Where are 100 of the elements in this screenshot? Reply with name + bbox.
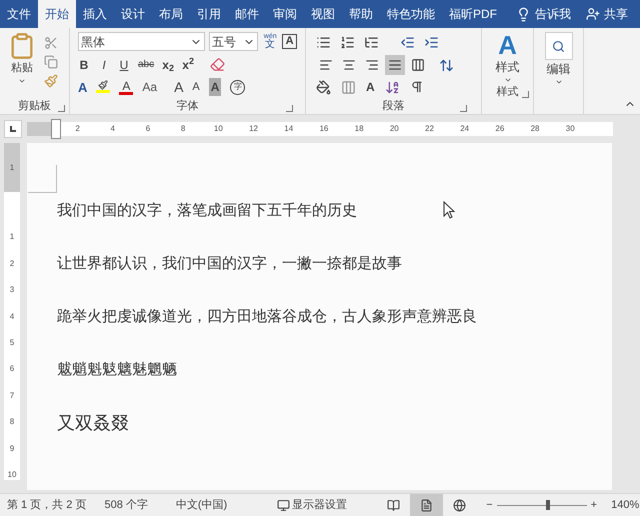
page-count[interactable]: 第 1 页，共 2 页 <box>7 496 86 514</box>
format-button[interactable]: x$_{2}$ <box>162 58 174 71</box>
zoom-in-button[interactable]: + <box>590 496 598 514</box>
dialog-launcher-icon[interactable] <box>460 105 467 112</box>
ruler-number: 2 <box>10 258 14 269</box>
group-label: 剪贴板 <box>18 98 51 114</box>
search-icon <box>552 40 565 52</box>
styles-icon: A <box>498 32 517 58</box>
document-paragraph: 跪举火把虔诚像道光，四方田地落谷成仓，古人象形声意辨恶良 <box>57 307 477 326</box>
shrink-font-button[interactable]: A <box>192 79 200 96</box>
ruler-number: 20 <box>388 122 400 134</box>
asian-layout-button[interactable]: A <box>366 78 375 96</box>
ribbon-tab[interactable]: 引用 <box>190 0 228 28</box>
person-add-icon <box>586 7 600 21</box>
ruler-number: 2 <box>74 122 81 134</box>
enclose-character-button[interactable]: 字 <box>230 80 246 95</box>
dialog-launcher-icon[interactable] <box>58 105 65 112</box>
ruler-number: 8 <box>180 122 186 134</box>
ruler-number: 7 <box>10 390 14 401</box>
styles-button[interactable]: A 样式 <box>496 32 520 84</box>
format-button[interactable]: B <box>78 58 90 71</box>
tab-selector[interactable] <box>4 120 22 138</box>
cut-icon[interactable] <box>44 36 58 50</box>
copy-icon[interactable] <box>44 55 58 69</box>
group-label: 字体 <box>176 98 198 114</box>
document-paragraph: 让世界都认识，我们中国的汉字，一撇一捺都是故事 <box>57 254 402 273</box>
alignment-icon <box>342 58 356 72</box>
ribbon-tab[interactable]: 福昕PDF <box>442 0 504 28</box>
character-shading-button[interactable]: A <box>208 78 222 96</box>
ribbon-tab[interactable]: 邮件 <box>228 0 266 28</box>
font-name-field[interactable]: 黑体 <box>78 32 205 51</box>
view-icon <box>420 498 434 512</box>
ribbon-tab[interactable]: 设计 <box>114 0 152 28</box>
sort-icon[interactable] <box>384 80 400 94</box>
ribbon-tab[interactable]: 审阅 <box>266 0 304 28</box>
ruler-number: 3 <box>10 285 14 296</box>
increase-indent-icon[interactable] <box>424 34 439 50</box>
zoom-slider[interactable] <box>496 499 587 511</box>
ruler-number: 16 <box>318 122 330 134</box>
clear-formatting-icon[interactable] <box>210 57 226 72</box>
format-button[interactable]: x$^{2}$ <box>182 58 194 71</box>
monitor-icon <box>277 498 290 512</box>
display-settings-button[interactable]: 显示器设置 <box>277 496 348 514</box>
alignment-icon <box>388 58 402 72</box>
ribbon-tab[interactable]: 布局 <box>152 0 190 28</box>
zoom-percentage[interactable]: 140% <box>611 496 640 514</box>
ruler-number: 30 <box>564 122 576 134</box>
change-case-button[interactable]: Aa <box>142 78 158 96</box>
language-indicator[interactable]: 中文(中国) <box>176 496 228 514</box>
indent-marker[interactable] <box>51 118 61 138</box>
ribbon-tab[interactable]: 开始 <box>38 0 76 28</box>
ruler-number: 4 <box>110 122 116 134</box>
numbering-icon[interactable] <box>340 34 355 50</box>
word-count[interactable]: 508 个字 <box>104 496 148 514</box>
ribbon-tab[interactable]: 帮助 <box>342 0 380 28</box>
ribbon-tab[interactable]: 视图 <box>304 0 342 28</box>
ribbon-tab[interactable]: 插入 <box>76 0 114 28</box>
alignment-icon <box>365 58 379 72</box>
margin-corner-mark <box>28 165 57 193</box>
ruler-number: 5 <box>10 338 14 348</box>
ruler-number: 24 <box>459 122 470 134</box>
format-button[interactable]: U <box>118 58 130 71</box>
zoom-out-button[interactable]: − <box>486 496 493 514</box>
format-button[interactable]: I <box>98 58 110 71</box>
multilevel-list-icon[interactable] <box>364 34 379 50</box>
alignment-icon <box>319 58 333 72</box>
format-button[interactable]: abc <box>138 60 154 70</box>
document-paragraph: 又双叒叕 <box>57 413 129 433</box>
line-spacing-icon[interactable] <box>439 58 454 72</box>
show-marks-icon[interactable] <box>410 80 424 94</box>
highlighter-icon[interactable] <box>96 80 110 94</box>
dialog-launcher-icon[interactable] <box>286 105 293 112</box>
group-label: 样式 <box>496 84 518 100</box>
alignment-icon <box>411 58 425 72</box>
tell-me-button[interactable]: 告诉我 <box>535 5 571 23</box>
ruler-number: 1 <box>10 162 14 174</box>
text-effects-button[interactable]: A <box>78 78 88 98</box>
borders-icon[interactable] <box>341 80 356 94</box>
ribbon-tab[interactable]: 特色功能 <box>380 0 442 28</box>
shading-icon[interactable] <box>316 80 331 94</box>
paste-button[interactable]: 粘贴 <box>4 32 40 88</box>
ruler-number: 1 <box>10 232 14 242</box>
character-border-button[interactable]: A <box>282 34 297 49</box>
ribbon-tab[interactable]: 文件 <box>0 0 38 28</box>
ruler-number: 12 <box>248 122 259 134</box>
caret-icon <box>504 76 512 84</box>
grow-font-button[interactable]: A <box>174 76 184 98</box>
font-size-field[interactable]: 五号 <box>208 32 258 51</box>
ruler-number: 18 <box>354 122 365 134</box>
bullets-icon[interactable] <box>316 34 331 50</box>
ruler-number: 4 <box>10 312 14 322</box>
decrease-indent-icon[interactable] <box>400 34 415 50</box>
share-button[interactable]: 共享 <box>586 5 628 23</box>
dialog-launcher-icon[interactable] <box>522 91 529 98</box>
align-button[interactable] <box>385 55 405 75</box>
document-paragraph: 我们中国的汉字，落笔成画留下五千年的历史 <box>57 201 357 220</box>
view-icon <box>453 498 466 512</box>
view-button[interactable] <box>410 494 444 516</box>
zoom-slider-thumb[interactable] <box>546 500 550 510</box>
font-color-button[interactable]: A <box>119 80 134 95</box>
